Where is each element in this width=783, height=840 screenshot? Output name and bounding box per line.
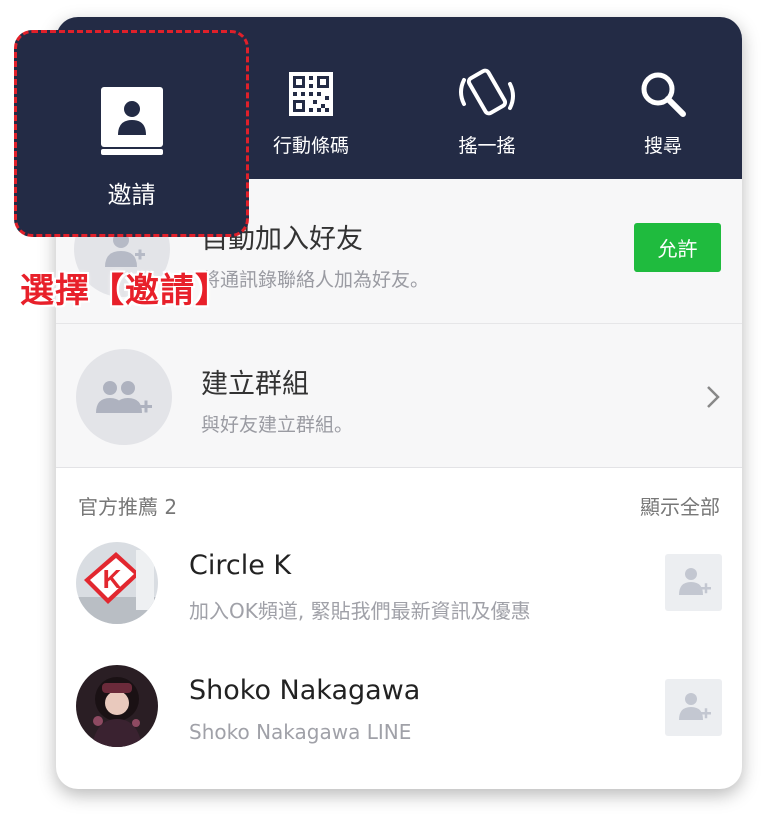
- chevron-right-icon: [704, 384, 722, 414]
- create-group-title: 建立群組: [201, 369, 309, 400]
- nav-invite-label: 邀請: [107, 181, 156, 209]
- recommended-header: 官方推薦 2: [78, 495, 178, 519]
- nav-shake[interactable]: 搖一搖: [412, 17, 562, 179]
- shoko-nakagawa-avatar: [76, 665, 158, 747]
- nav-search[interactable]: 搜尋: [588, 17, 738, 179]
- create-group-subtitle: 與好友建立群組。: [201, 414, 354, 436]
- list-item[interactable]: Shoko Nakagawa Shoko Nakagawa LINE: [56, 657, 742, 767]
- qr-code-icon: [289, 69, 333, 119]
- create-group-row[interactable]: 建立群組 與好友建立群組。: [56, 324, 742, 468]
- contact-book-icon: [99, 85, 165, 161]
- show-all-link[interactable]: 顯示全部: [640, 491, 720, 520]
- recommended-name: Shoko Nakagawa: [189, 675, 421, 706]
- group-add-icon: [76, 349, 172, 445]
- list-item[interactable]: K Circle K 加入OK頻道, 緊貼我們最新資訊及優惠: [56, 532, 742, 642]
- nav-qrcode-label: 行動條碼: [272, 135, 349, 157]
- shake-phone-icon: [452, 68, 522, 119]
- nav-shake-label: 搖一搖: [458, 135, 516, 157]
- recommended-description: Shoko Nakagawa LINE: [189, 720, 412, 744]
- auto-add-subtitle: 將通訊錄聯絡人加為好友。: [201, 269, 430, 291]
- instruction-annotation: 選擇【邀請】: [20, 271, 230, 311]
- add-friend-button[interactable]: [665, 679, 722, 736]
- search-icon: [638, 69, 688, 119]
- recommended-name: Circle K: [189, 550, 292, 581]
- allow-button[interactable]: 允許: [634, 223, 721, 272]
- nav-search-label: 搜尋: [643, 135, 682, 157]
- svg-text:K: K: [103, 564, 122, 594]
- add-friend-button[interactable]: [665, 554, 722, 611]
- nav-invite-highlighted[interactable]: 邀請: [14, 30, 249, 237]
- add-friend-icon: [677, 690, 711, 726]
- recommended-description: 加入OK頻道, 緊貼我們最新資訊及優惠: [189, 599, 531, 623]
- nav-qrcode[interactable]: 行動條碼: [236, 17, 386, 179]
- add-friend-icon: [677, 565, 711, 601]
- circle-k-avatar: K: [76, 542, 158, 624]
